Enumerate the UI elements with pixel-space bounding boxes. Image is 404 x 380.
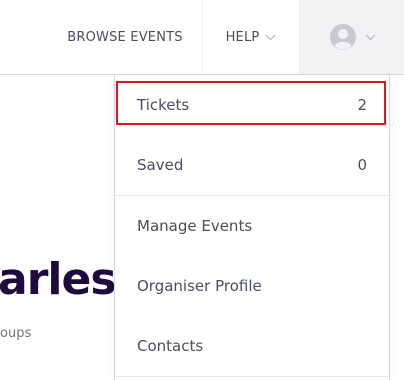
page: BROWSE EVENTS HELP arles oups Tickets 2 …	[0, 0, 404, 380]
menu-item-tickets[interactable]: Tickets 2	[115, 75, 389, 135]
menu-item-saved[interactable]: Saved 0	[115, 135, 389, 195]
menu-item-contacts[interactable]: Contacts	[115, 316, 389, 376]
menu-item-label: Saved	[137, 156, 184, 174]
account-dropdown-menu: Tickets 2 Saved 0 Manage Events Organise…	[114, 75, 390, 380]
menu-item-organiser-profile[interactable]: Organiser Profile	[115, 256, 389, 316]
browse-events-link[interactable]: BROWSE EVENTS	[48, 0, 203, 74]
user-avatar-icon	[329, 23, 357, 51]
help-menu-button[interactable]: HELP	[203, 0, 300, 74]
menu-item-label: Contacts	[137, 337, 204, 355]
menu-item-label: Organiser Profile	[137, 277, 262, 295]
chevron-down-icon	[365, 34, 376, 41]
menu-item-label: Manage Events	[137, 217, 253, 235]
top-navbar: BROWSE EVENTS HELP	[0, 0, 404, 75]
saved-count: 0	[357, 156, 367, 174]
tickets-count: 2	[357, 96, 367, 114]
browse-events-label: BROWSE EVENTS	[67, 29, 183, 45]
page-heading-fragment: arles	[0, 254, 117, 305]
help-label: HELP	[225, 29, 260, 45]
menu-item-manage-events[interactable]: Manage Events	[115, 196, 389, 256]
menu-divider	[115, 376, 389, 377]
page-subtitle-fragment: oups	[0, 326, 32, 341]
menu-item-label: Tickets	[137, 96, 190, 114]
chevron-down-icon	[265, 34, 276, 41]
account-menu-button[interactable]	[300, 0, 404, 74]
